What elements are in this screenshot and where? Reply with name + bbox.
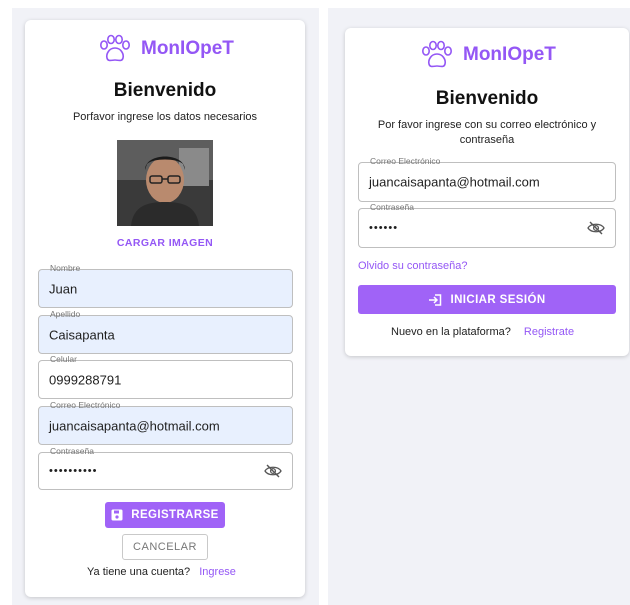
nombre-field[interactable]: Nombre Juan: [38, 263, 293, 308]
apellido-field[interactable]: Apellido Caisapanta: [38, 309, 293, 354]
celular-field[interactable]: Celular 0999288791: [38, 354, 293, 399]
register-card: MonIOpeT Bienvenido Porfavor ingrese los…: [25, 20, 305, 597]
login-title: Bienvenido: [435, 88, 539, 109]
correo-value: juancaisapanta@hotmail.com: [49, 418, 220, 433]
correo-field[interactable]: Correo Electrónico juancaisapanta@hotmai…: [38, 400, 293, 445]
save-icon: [111, 509, 123, 521]
login-correo-label: Correo Electrónico: [367, 156, 444, 166]
correo-label: Correo Electrónico: [47, 400, 124, 410]
login-footer: Nuevo en la plataforma? Registrate: [391, 326, 574, 338]
apellido-label: Apellido: [47, 309, 84, 319]
celular-value: 0999288791: [49, 372, 122, 387]
celular-label: Celular: [47, 354, 80, 364]
login-button-label: INICIAR SESIÓN: [450, 293, 546, 306]
login-link[interactable]: Ingrese: [199, 566, 236, 578]
login-contrasena-value: ••••••: [369, 222, 399, 234]
paw-icon: [99, 34, 130, 62]
register-link[interactable]: Registrate: [524, 326, 574, 338]
contrasena-label: Contraseña: [47, 446, 97, 456]
login-contrasena-field[interactable]: Contraseña ••••••: [358, 202, 616, 248]
login-correo-value: juancaisapanta@hotmail.com: [369, 174, 540, 190]
login-correo-field[interactable]: Correo Electrónico juancaisapanta@hotmai…: [358, 156, 616, 202]
upload-image-button[interactable]: CARGAR IMAGEN: [25, 237, 305, 249]
contrasena-field[interactable]: Contraseña ••••••••••: [38, 446, 293, 490]
brand-name: MonIOpeT: [141, 38, 234, 59]
brand-name: MonIOpeT: [463, 44, 556, 65]
forgot-password-link[interactable]: Olvido su contraseña?: [358, 260, 467, 272]
login-icon: [429, 293, 442, 306]
login-button[interactable]: INICIAR SESIÓN: [358, 285, 616, 314]
register-title: Bienvenido: [113, 80, 217, 101]
register-button[interactable]: REGISTRARSE: [105, 502, 225, 528]
eye-off-icon[interactable]: [587, 221, 605, 235]
brand-logo: MonIOpeT: [419, 40, 556, 70]
login-subtitle: Por favor ingrese con su correo electrón…: [377, 119, 597, 146]
register-footer: Ya tiene una cuenta? Ingrese: [87, 566, 236, 578]
brand-logo: MonIOpeT: [97, 34, 234, 64]
profile-photo: [117, 140, 213, 226]
cancel-button[interactable]: CANCELAR: [122, 534, 208, 560]
apellido-value: Caisapanta: [49, 327, 115, 342]
login-footer-text: Nuevo en la plataforma?: [391, 326, 511, 338]
register-footer-text: Ya tiene una cuenta?: [87, 566, 191, 578]
eye-off-icon[interactable]: [264, 464, 282, 478]
register-button-label: REGISTRARSE: [131, 509, 219, 521]
paw-icon: [421, 40, 452, 68]
nombre-label: Nombre: [47, 263, 84, 273]
login-card: MonIOpeT Bienvenido Por favor ingrese co…: [345, 28, 629, 356]
contrasena-value: ••••••••••: [49, 465, 98, 477]
register-subtitle: Porfavor ingrese los datos necesarios: [72, 111, 258, 123]
nombre-value: Juan: [49, 281, 78, 296]
login-contrasena-label: Contraseña: [367, 202, 417, 212]
